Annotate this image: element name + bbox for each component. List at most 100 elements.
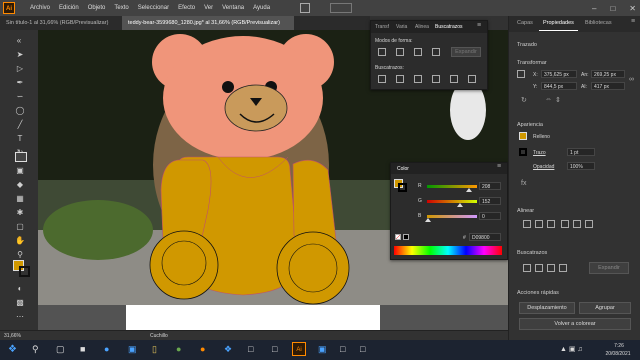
b-slider-thumb[interactable] [425,218,431,222]
zoom-level[interactable]: 31,66% [4,333,21,339]
task-view-icon[interactable]: ▢ [56,344,65,355]
color-panel-menu-icon[interactable]: ≡ [497,163,501,170]
artboard-tool-icon[interactable]: ▢ [15,222,25,232]
collapse-toolbar-icon[interactable]: « [14,36,24,46]
b-slider[interactable] [427,215,477,218]
file-explorer-icon[interactable]: ▯ [152,344,157,355]
symbol-sprayer-tool-icon[interactable]: ✱ [15,208,25,218]
outline-icon[interactable] [450,75,458,83]
menu-ver[interactable]: Ver [204,5,213,11]
color-spectrum[interactable] [394,246,502,255]
flip-vertical-icon[interactable]: ⇕ [555,96,561,104]
taskbar-app-icon-5[interactable]: ▣ [318,344,327,355]
taskbar-app-icon-2[interactable]: ● [176,344,181,354]
tab-sin-titulo[interactable]: Sin título-1 al 31,66% (RGB/Previsualiza… [0,16,124,30]
align-left-icon[interactable] [523,220,531,228]
pen-tool-icon[interactable]: ✒ [15,78,25,88]
menu-archivo[interactable]: Archivo [30,5,50,11]
rp-intersect-icon[interactable] [547,264,555,272]
taskbar-app-icon-6[interactable]: □ [340,344,345,354]
minimize-icon[interactable]: – [592,4,596,13]
type-tool-icon[interactable]: T [15,134,25,144]
windows-start-icon[interactable]: ❖ [8,344,17,355]
reference-point-icon[interactable] [517,70,525,78]
tab-capas[interactable]: Capas [513,16,537,30]
taskbar-app-icon-1[interactable]: ■ [80,344,85,354]
height-field[interactable]: 417 px [591,82,625,90]
minus-back-icon[interactable] [468,75,476,83]
r-value-field[interactable]: 208 [479,182,501,190]
align-right-icon[interactable] [547,220,555,228]
edge-icon[interactable]: ● [104,344,109,354]
properties-menu-icon[interactable]: ≡ [631,18,635,25]
minus-front-icon[interactable] [396,48,404,56]
flip-horizontal-icon[interactable]: ⇔ [545,96,552,103]
tab-buscatrazos[interactable]: Buscatrazos [435,24,463,30]
trim-icon[interactable] [396,75,404,83]
scale-tool-icon[interactable]: ▣ [15,166,25,176]
selection-tool-icon[interactable]: ➤ [15,50,25,60]
tab-teddy-bear[interactable]: teddy-bear-3599680_1280.jpg* al 31,66% (… [122,16,294,30]
unite-icon[interactable] [378,48,386,56]
hex-value-field[interactable]: D09800 [469,233,501,241]
taskbar-app-icon-4[interactable]: □ [272,344,277,354]
opacidad-label[interactable]: Opacidad [533,164,554,170]
constrain-proportions-icon[interactable]: ∞ [629,76,634,83]
eyedropper-tool-icon[interactable] [15,152,27,162]
rp-exclude-icon[interactable] [559,264,567,272]
search-icon[interactable]: ⚲ [32,344,39,355]
draw-mode-icon[interactable]: ◐ [15,284,25,294]
none-color-icon[interactable] [395,234,401,240]
align-center-h-icon[interactable] [535,220,543,228]
rotate-icon[interactable]: ↻ [521,96,527,104]
align-top-icon[interactable] [561,220,569,228]
tab-alinear[interactable]: Alinea [415,24,429,30]
line-tool-icon[interactable]: ╱ [15,120,25,130]
menu-texto[interactable]: Texto [114,5,128,11]
menu-ayuda[interactable]: Ayuda [253,5,270,11]
width-field[interactable]: 269,25 px [591,70,625,78]
g-slider[interactable] [427,200,477,203]
volver-a-colorear-button[interactable]: Volver a colorear [519,318,631,330]
crop-icon[interactable] [432,75,440,83]
color-stroke-swatch[interactable] [398,183,407,192]
workspace-switcher-icon[interactable] [300,3,310,13]
menu-ventana[interactable]: Ventana [222,5,244,11]
agrupar-button[interactable]: Agrupar [579,302,631,314]
menu-seleccionar[interactable]: Seleccionar [138,5,169,11]
tab-variables[interactable]: Varia [396,24,407,30]
divide-icon[interactable] [378,75,386,83]
b-value-field[interactable]: 0 [479,212,501,220]
rp-minus-front-icon[interactable] [535,264,543,272]
rp-expandir-button[interactable]: Expandir [589,262,629,274]
maximize-icon[interactable]: □ [610,4,615,13]
edit-toolbar-icon[interactable]: ⋯ [15,312,25,322]
relleno-swatch[interactable] [519,132,527,140]
panel-menu-icon[interactable]: ≡ [477,22,481,29]
tab-propiedades[interactable]: Propiedades [539,16,578,31]
black-color-icon[interactable] [403,234,409,240]
store-icon[interactable]: ▣ [128,344,137,355]
ellipse-tool-icon[interactable]: ◯ [15,106,25,116]
intersect-icon[interactable] [414,48,422,56]
tab-transformar[interactable]: Transf [375,24,389,30]
fx-icon[interactable]: fx [521,180,526,187]
screen-mode-icon[interactable]: ▩ [15,298,25,308]
align-bottom-icon[interactable] [585,220,593,228]
y-field[interactable]: 844,5 px [541,82,577,90]
x-field[interactable]: 375,625 px [541,70,577,78]
tab-bibliotecas[interactable]: Bibliotecas [581,16,616,30]
taskbar-app-icon-3[interactable]: □ [248,344,253,354]
menu-efecto[interactable]: Efecto [178,5,195,11]
align-center-v-icon[interactable] [573,220,581,228]
expandir-button[interactable]: Expandir [451,47,481,57]
curvature-tool-icon[interactable]: ∽ [15,92,25,102]
r-slider-thumb[interactable] [466,188,472,192]
close-icon[interactable]: ✕ [629,4,636,13]
menu-objeto[interactable]: Objeto [88,5,106,11]
zoom-tool-icon[interactable]: ⚲ [15,250,25,260]
trazo-label[interactable]: Trazo [533,150,546,156]
menu-edicion[interactable]: Edición [59,5,79,11]
opacity-field[interactable]: 100% [567,162,595,170]
taskbar-app-icon-7[interactable]: □ [360,344,365,354]
